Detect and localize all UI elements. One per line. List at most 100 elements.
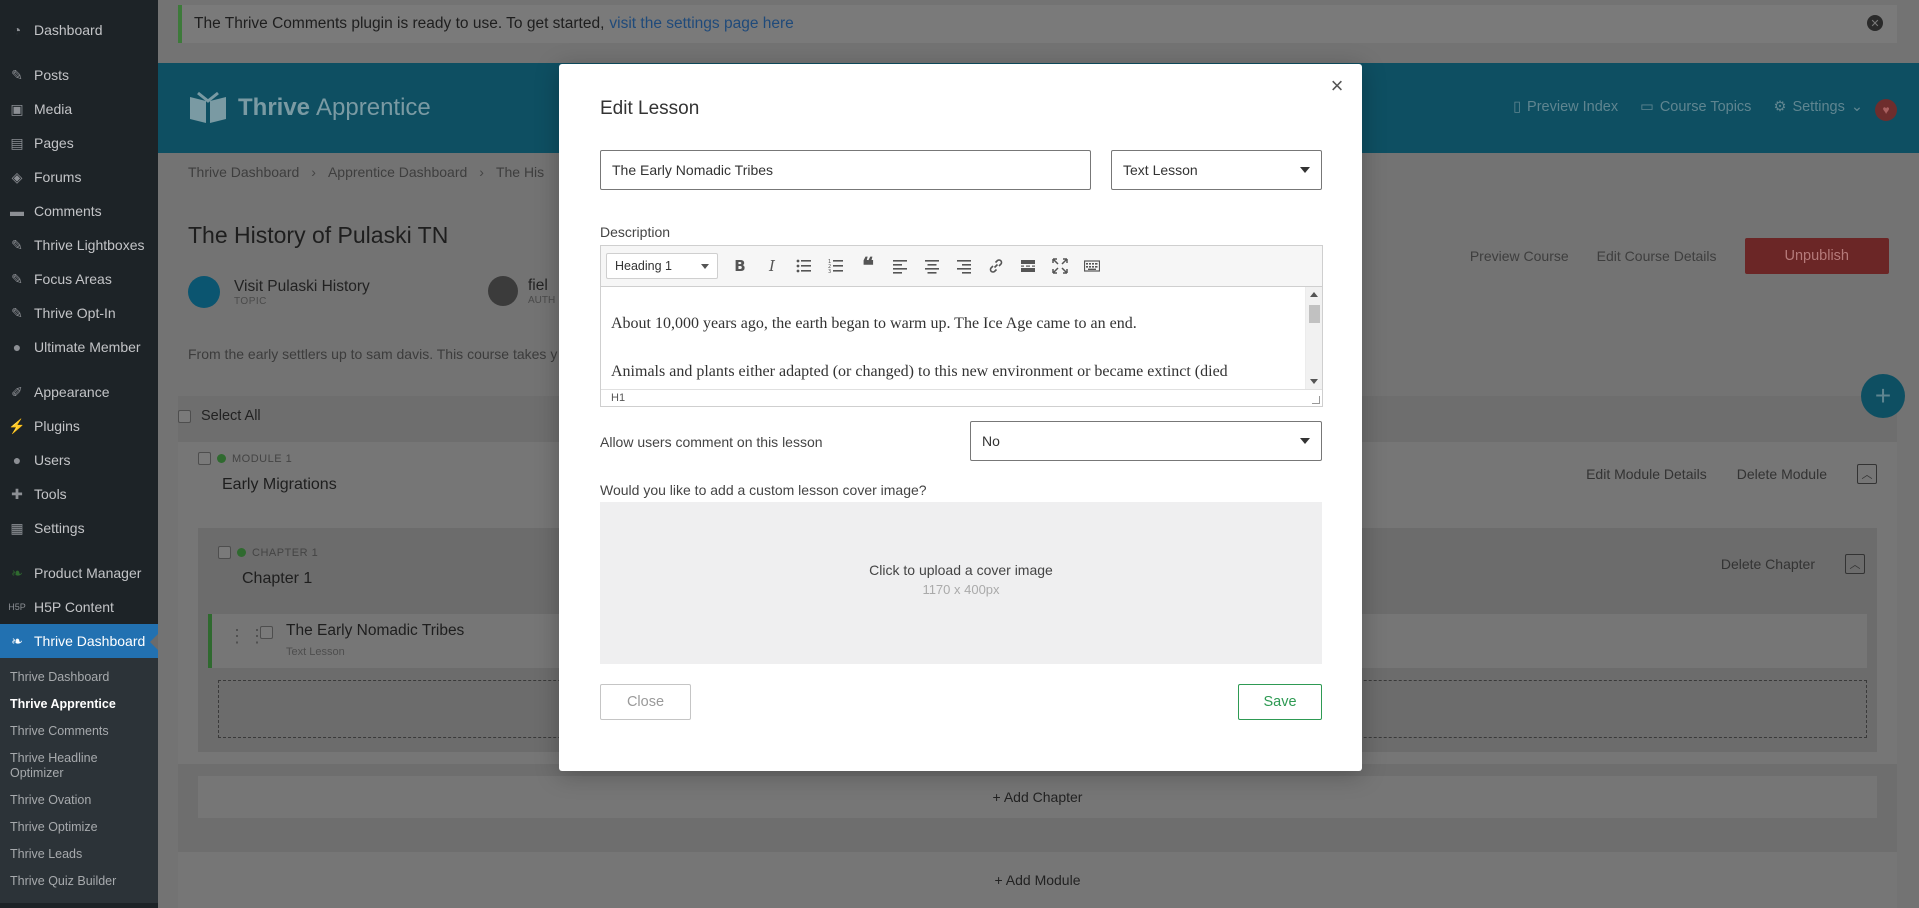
sidebar-item-h5p-content[interactable]: H5P H5P Content — [0, 590, 158, 624]
module-label: MODULE 1 — [198, 452, 292, 465]
sidebar-item-pages[interactable]: ▤ Pages — [0, 126, 158, 160]
submenu-thrive-ovation[interactable]: Thrive Ovation — [0, 787, 158, 814]
lesson-checkbox[interactable] — [260, 626, 273, 639]
preview-course-link[interactable]: Preview Course — [1470, 248, 1569, 264]
resize-handle-icon[interactable] — [1312, 396, 1320, 404]
read-more-icon[interactable] — [1012, 251, 1044, 281]
sidebar-item-tools[interactable]: ✚ Tools — [0, 477, 158, 511]
course-author[interactable]: fiel AUTH — [488, 276, 555, 306]
chevron-up-icon[interactable]: ︿ — [1857, 464, 1877, 484]
cover-image-upload[interactable]: Click to upload a cover image 1170 x 400… — [600, 502, 1322, 664]
sidebar-item-plugins[interactable]: ⚡ Plugins — [0, 409, 158, 443]
status-dot-icon — [237, 548, 246, 557]
course-topic[interactable]: Visit Pulaski History TOPIC — [188, 276, 370, 308]
pin-icon: ✎ — [11, 236, 23, 253]
scroll-up-icon[interactable] — [1310, 292, 1318, 297]
sidebar-item-product-manager[interactable]: ❧ Product Manager — [0, 556, 158, 590]
editor-content[interactable]: About 10,000 years ago, the earth began … — [601, 287, 1322, 389]
close-icon[interactable]: × — [1326, 75, 1348, 98]
sidebar-item-forums[interactable]: ◈ Forums — [0, 160, 158, 194]
bold-icon[interactable]: B — [724, 251, 756, 281]
comments-label: Allow users comment on this lesson — [600, 434, 823, 450]
comments-select[interactable]: No — [970, 421, 1322, 461]
chevron-up-icon[interactable]: ︿ — [1845, 554, 1865, 574]
sidebar-item-thrive-dashboard[interactable]: ❧ Thrive Dashboard — [0, 624, 158, 658]
scroll-down-icon[interactable] — [1310, 379, 1318, 384]
unpublish-button[interactable]: Unpublish — [1744, 238, 1889, 274]
blockquote-icon[interactable]: ❝ — [852, 251, 884, 281]
submenu-thrive-dashboard[interactable]: Thrive Dashboard — [0, 664, 158, 691]
fullscreen-icon[interactable] — [1044, 251, 1076, 281]
heart-icon[interactable]: ♥ — [1875, 99, 1897, 121]
cover-image-label: Would you like to add a custom lesson co… — [600, 482, 927, 498]
add-chapter-button[interactable]: + Add Chapter — [198, 776, 1877, 818]
chapter-actions: Delete Chapter ︿ — [1721, 554, 1865, 574]
close-button[interactable]: Close — [600, 684, 691, 720]
delete-chapter-link[interactable]: Delete Chapter — [1721, 556, 1815, 572]
breadcrumb-apprentice-dashboard[interactable]: Apprentice Dashboard — [328, 164, 467, 180]
sidebar-item-media[interactable]: ▣ Media — [0, 92, 158, 126]
chevron-right-icon: › — [479, 164, 484, 180]
module-checkbox[interactable] — [198, 452, 211, 465]
select-all-checkbox[interactable] — [178, 409, 191, 423]
notice-settings-link[interactable]: visit the settings page here — [609, 15, 793, 33]
save-button[interactable]: Save — [1238, 684, 1322, 720]
align-center-icon[interactable] — [916, 251, 948, 281]
nav-course-topics[interactable]: ▭ Course Topics — [1640, 99, 1751, 115]
sidebar-item-thrive-lightboxes[interactable]: ✎ Thrive Lightboxes — [0, 228, 158, 262]
keyboard-icon[interactable] — [1076, 251, 1108, 281]
gauge-icon: ◔ — [12, 22, 22, 38]
submenu-thrive-comments[interactable]: Thrive Comments — [0, 718, 158, 745]
chapter-checkbox[interactable] — [218, 546, 231, 559]
sidebar-submenu: Thrive Dashboard Thrive Apprentice Thriv… — [0, 658, 158, 903]
delete-module-link[interactable]: Delete Module — [1737, 466, 1827, 482]
chevron-right-icon: › — [311, 164, 316, 180]
sidebar-item-ultimate-member[interactable]: ● Ultimate Member — [0, 330, 158, 364]
align-right-icon[interactable] — [948, 251, 980, 281]
italic-icon[interactable]: I — [756, 251, 788, 281]
add-icon[interactable]: + — [1861, 374, 1905, 418]
submenu-thrive-headline-optimizer[interactable]: Thrive Headline Optimizer — [0, 745, 110, 787]
link-icon[interactable] — [980, 251, 1012, 281]
bulleted-list-icon[interactable] — [788, 251, 820, 281]
avatar — [488, 276, 518, 306]
lesson-title-input[interactable]: The Early Nomadic Tribes — [600, 150, 1091, 190]
admin-sidebar: ◔ Dashboard ✎ Posts ▣ Media ▤ Pages ◈ Forums … — [0, 0, 158, 908]
add-module-button[interactable]: + Add Module — [178, 852, 1897, 908]
lesson-type-select[interactable]: Text Lesson — [1111, 150, 1322, 190]
select-all[interactable]: Select All — [178, 408, 261, 424]
sidebar-item-focus-areas[interactable]: ✎ Focus Areas — [0, 262, 158, 296]
editor-scrollbar[interactable] — [1305, 287, 1322, 389]
format-select[interactable]: Heading 1 — [606, 253, 718, 279]
breadcrumb-thrive-dashboard[interactable]: Thrive Dashboard — [188, 164, 299, 180]
leaf-icon: ❧ — [11, 564, 23, 581]
submenu-thrive-leads[interactable]: Thrive Leads — [0, 841, 158, 868]
sidebar-item-posts[interactable]: ✎ Posts — [0, 58, 158, 92]
comment-icon: ▬ — [10, 203, 24, 219]
align-left-icon[interactable] — [884, 251, 916, 281]
nav-settings[interactable]: ⚙ Settings ⌄ — [1773, 99, 1863, 115]
scroll-thumb[interactable] — [1309, 305, 1320, 323]
submenu-thrive-quiz-builder[interactable]: Thrive Quiz Builder — [0, 868, 158, 895]
header-nav: ▯ Preview Index ▭ Course Topics ⚙ Settings ⌄ — [1513, 99, 1863, 115]
pin-icon: ✎ — [11, 66, 23, 83]
content-paragraph: Animals and plants either adapted (or ch… — [611, 363, 1228, 380]
dismiss-icon[interactable]: ✕ — [1867, 15, 1883, 31]
sidebar-item-comments[interactable]: ▬ Comments — [0, 194, 158, 228]
edit-course-details-link[interactable]: Edit Course Details — [1597, 248, 1717, 264]
sidebar-item-dashboard[interactable]: ◔ Dashboard — [0, 13, 158, 47]
course-description: From the early settlers up to sam davis.… — [188, 346, 558, 362]
edit-lesson-modal: × Edit Lesson The Early Nomadic Tribes T… — [559, 64, 1362, 771]
gear-icon: ⚙ — [1773, 99, 1787, 115]
sidebar-item-users[interactable]: ● Users — [0, 443, 158, 477]
edit-module-details-link[interactable]: Edit Module Details — [1586, 466, 1707, 482]
nav-preview-index[interactable]: ▯ Preview Index — [1513, 99, 1618, 115]
submenu-thrive-apprentice[interactable]: Thrive Apprentice — [0, 691, 158, 718]
element-path[interactable]: H1 — [611, 392, 625, 404]
submenu-thrive-optimize[interactable]: Thrive Optimize — [0, 814, 158, 841]
sidebar-item-appearance[interactable]: ✐ Appearance — [0, 375, 158, 409]
sidebar-item-thrive-opt-in[interactable]: ✎ Thrive Opt-In — [0, 296, 158, 330]
topics-icon: ▭ — [1640, 99, 1654, 115]
sidebar-item-settings[interactable]: ▦ Settings — [0, 511, 158, 545]
numbered-list-icon[interactable]: 123 — [820, 251, 852, 281]
